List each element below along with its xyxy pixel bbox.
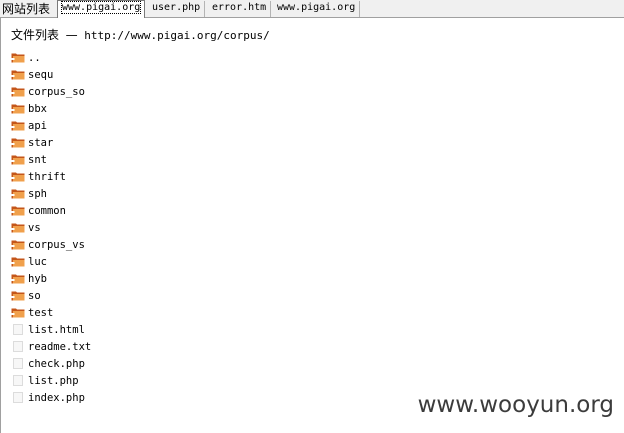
folder-name[interactable]: sph xyxy=(28,187,47,201)
tab-bar: 网站列表 www.pigai.org user.php error.htm ww… xyxy=(0,0,624,18)
folder-icon xyxy=(11,308,25,318)
folder-name[interactable]: .. xyxy=(28,51,41,65)
file-item[interactable]: list.php xyxy=(11,372,91,389)
folder-icon xyxy=(11,53,25,63)
folder-name[interactable]: snt xyxy=(28,153,47,167)
tab-www-pigai-org-2[interactable]: www.pigai.org xyxy=(273,1,361,17)
folder-name[interactable]: test xyxy=(28,306,53,320)
folder-name[interactable]: bbx xyxy=(28,102,47,116)
folder-icon xyxy=(11,155,25,165)
tab-label: www.pigai.org xyxy=(60,1,142,14)
folder-name[interactable]: so xyxy=(28,289,41,303)
folder-name[interactable]: star xyxy=(28,136,53,150)
folder-item[interactable]: snt xyxy=(11,151,91,168)
folder-icon xyxy=(11,257,25,267)
file-item[interactable]: readme.txt xyxy=(11,338,91,355)
folder-icon xyxy=(11,172,25,182)
folder-icon xyxy=(11,274,25,284)
folder-item[interactable]: api xyxy=(11,117,91,134)
folder-icon xyxy=(11,87,25,97)
site-list-label: 网站列表 xyxy=(2,2,51,16)
file-item[interactable]: list.html xyxy=(11,321,91,338)
directory-path: http://www.pigai.org/corpus/ xyxy=(84,29,270,42)
file-browser-window: 网站列表 www.pigai.org user.php error.htm ww… xyxy=(0,0,624,433)
watermark: www.wooyun.org xyxy=(417,392,614,418)
title-separator: — xyxy=(65,28,78,42)
folder-name[interactable]: vs xyxy=(28,221,41,235)
folder-item[interactable]: sph xyxy=(11,185,91,202)
title-prefix: 文件列表 xyxy=(11,28,60,42)
folder-item[interactable]: vs xyxy=(11,219,91,236)
folder-item[interactable]: luc xyxy=(11,253,91,270)
directory-listing-panel: 文件列表 — http://www.pigai.org/corpus/ .. se… xyxy=(0,18,624,433)
folder-name[interactable]: sequ xyxy=(28,68,53,82)
file-name[interactable]: list.html xyxy=(28,323,85,337)
tab-label: user.php xyxy=(152,2,201,13)
tab-label: error.htm xyxy=(212,2,267,13)
file-name[interactable]: list.php xyxy=(28,374,79,388)
folder-icon xyxy=(11,121,25,131)
folder-icon xyxy=(11,189,25,199)
folder-item[interactable]: .. xyxy=(11,49,91,66)
folder-item[interactable]: common xyxy=(11,202,91,219)
tab-user-php[interactable]: user.php xyxy=(148,1,206,17)
folder-item[interactable]: star xyxy=(11,134,91,151)
folder-name[interactable]: corpus_vs xyxy=(28,238,85,252)
folder-item[interactable]: so xyxy=(11,287,91,304)
file-item[interactable]: index.php xyxy=(11,389,91,406)
file-icon xyxy=(13,375,23,386)
tab-label: www.pigai.org xyxy=(277,2,356,13)
folder-item[interactable]: hyb xyxy=(11,270,91,287)
folder-name[interactable]: hyb xyxy=(28,272,47,286)
folder-name[interactable]: api xyxy=(28,119,47,133)
folder-name[interactable]: thrift xyxy=(28,170,66,184)
folder-icon xyxy=(11,70,25,80)
file-name[interactable]: index.php xyxy=(28,391,85,405)
file-name[interactable]: check.php xyxy=(28,357,85,371)
folder-name[interactable]: common xyxy=(28,204,66,218)
file-icon xyxy=(13,358,23,369)
folder-icon xyxy=(11,223,25,233)
tab-www-pigai-org[interactable]: www.pigai.org xyxy=(57,0,146,18)
folder-icon xyxy=(11,138,25,148)
file-list: .. sequ corpus_sobbx api star snt thrift sph com… xyxy=(11,49,91,406)
file-item[interactable]: check.php xyxy=(11,355,91,372)
folder-item[interactable]: sequ xyxy=(11,66,91,83)
folder-item[interactable]: corpus_so xyxy=(11,83,91,100)
folder-item[interactable]: bbx xyxy=(11,100,91,117)
folder-icon xyxy=(11,240,25,250)
folder-icon xyxy=(11,291,25,301)
file-icon xyxy=(13,324,23,335)
folder-item[interactable]: corpus_vs xyxy=(11,236,91,253)
file-icon xyxy=(13,341,23,352)
folder-icon xyxy=(11,206,25,216)
folder-name[interactable]: luc xyxy=(28,255,47,269)
folder-item[interactable]: test xyxy=(11,304,91,321)
folder-icon xyxy=(11,104,25,114)
file-name[interactable]: readme.txt xyxy=(28,340,91,354)
file-icon xyxy=(13,392,23,403)
folder-name[interactable]: corpus_so xyxy=(28,85,85,99)
folder-item[interactable]: thrift xyxy=(11,168,91,185)
page-title: 文件列表 — http://www.pigai.org/corpus/ xyxy=(11,28,270,43)
tab-error-htm[interactable]: error.htm xyxy=(208,1,272,17)
